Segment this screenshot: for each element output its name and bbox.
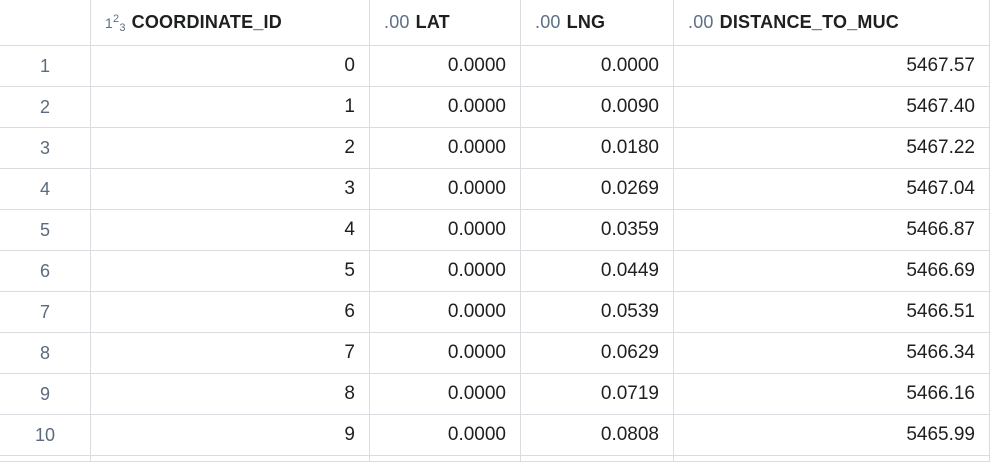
cell-lng[interactable]: 0.0808 xyxy=(521,415,674,456)
cell-coordinate-id[interactable]: 2 xyxy=(91,128,370,169)
cell-lat[interactable]: 0.0000 xyxy=(370,87,521,128)
row-number[interactable]: 9 xyxy=(0,374,91,415)
cell-lng[interactable]: 0.0449 xyxy=(521,251,674,292)
cell-lat[interactable]: 0.0000 xyxy=(370,128,521,169)
results-table: 123 COORDINATE_ID .00 LAT .00 LNG .00 DI… xyxy=(0,0,990,462)
cell-distance-to-muc[interactable]: 5466.51 xyxy=(674,292,990,333)
cell-distance-to-muc[interactable]: 5466.16 xyxy=(674,374,990,415)
column-header-label: LNG xyxy=(566,12,606,32)
cell-distance-to-muc[interactable]: 5467.04 xyxy=(674,169,990,210)
cell-coordinate-id[interactable]: 3 xyxy=(91,169,370,210)
cell-distance-to-muc xyxy=(674,456,990,462)
row-number xyxy=(0,456,91,462)
cell-lat[interactable]: 0.0000 xyxy=(370,169,521,210)
row-number[interactable]: 5 xyxy=(0,210,91,251)
cell-distance-to-muc[interactable]: 5466.34 xyxy=(674,333,990,374)
cell-lng[interactable]: 0.0629 xyxy=(521,333,674,374)
cell-lng[interactable]: 0.0539 xyxy=(521,292,674,333)
cell-lng[interactable]: 0.0180 xyxy=(521,128,674,169)
cell-distance-to-muc[interactable]: 5465.99 xyxy=(674,415,990,456)
row-number[interactable]: 4 xyxy=(0,169,91,210)
cell-coordinate-id[interactable]: 4 xyxy=(91,210,370,251)
row-number-header xyxy=(0,0,91,46)
cell-distance-to-muc[interactable]: 5467.57 xyxy=(674,46,990,87)
decimal-type-icon: .00 xyxy=(384,12,410,32)
cell-lng xyxy=(521,456,674,462)
cell-coordinate-id[interactable]: 6 xyxy=(91,292,370,333)
cell-lat xyxy=(370,456,521,462)
cell-coordinate-id[interactable]: 1 xyxy=(91,87,370,128)
integer-type-icon: 123 xyxy=(105,12,126,34)
row-number[interactable]: 6 xyxy=(0,251,91,292)
row-number[interactable]: 1 xyxy=(0,46,91,87)
cell-coordinate-id[interactable]: 5 xyxy=(91,251,370,292)
cell-distance-to-muc[interactable]: 5467.22 xyxy=(674,128,990,169)
column-header-lng[interactable]: .00 LNG xyxy=(521,0,674,46)
cell-lng[interactable]: 0.0719 xyxy=(521,374,674,415)
row-number[interactable]: 8 xyxy=(0,333,91,374)
column-header-label: COORDINATE_ID xyxy=(131,12,282,32)
cell-distance-to-muc[interactable]: 5466.87 xyxy=(674,210,990,251)
cell-lat[interactable]: 0.0000 xyxy=(370,333,521,374)
cell-lat[interactable]: 0.0000 xyxy=(370,292,521,333)
decimal-type-icon: .00 xyxy=(535,12,561,32)
cell-lng[interactable]: 0.0269 xyxy=(521,169,674,210)
cell-lat[interactable]: 0.0000 xyxy=(370,374,521,415)
cell-coordinate-id xyxy=(91,456,370,462)
column-header-coordinate-id[interactable]: 123 COORDINATE_ID xyxy=(91,0,370,46)
cell-coordinate-id[interactable]: 8 xyxy=(91,374,370,415)
cell-lat[interactable]: 0.0000 xyxy=(370,46,521,87)
column-header-lat[interactable]: .00 LAT xyxy=(370,0,521,46)
row-number[interactable]: 2 xyxy=(0,87,91,128)
column-header-label: LAT xyxy=(415,12,450,32)
cell-lng[interactable]: 0.0000 xyxy=(521,46,674,87)
cell-lng[interactable]: 0.0090 xyxy=(521,87,674,128)
row-number[interactable]: 7 xyxy=(0,292,91,333)
cell-coordinate-id[interactable]: 9 xyxy=(91,415,370,456)
decimal-type-icon: .00 xyxy=(688,12,714,32)
cell-lat[interactable]: 0.0000 xyxy=(370,415,521,456)
cell-distance-to-muc[interactable]: 5466.69 xyxy=(674,251,990,292)
cell-lat[interactable]: 0.0000 xyxy=(370,251,521,292)
column-header-label: DISTANCE_TO_MUC xyxy=(719,12,899,32)
row-number[interactable]: 3 xyxy=(0,128,91,169)
cell-distance-to-muc[interactable]: 5467.40 xyxy=(674,87,990,128)
cell-lng[interactable]: 0.0359 xyxy=(521,210,674,251)
cell-lat[interactable]: 0.0000 xyxy=(370,210,521,251)
cell-coordinate-id[interactable]: 7 xyxy=(91,333,370,374)
column-header-distance-to-muc[interactable]: .00 DISTANCE_TO_MUC xyxy=(674,0,990,46)
cell-coordinate-id[interactable]: 0 xyxy=(91,46,370,87)
row-number[interactable]: 10 xyxy=(0,415,91,456)
